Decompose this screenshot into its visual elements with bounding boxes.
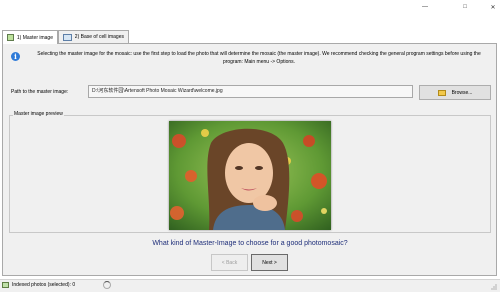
status-text: Indexed photos (selected): 0 bbox=[12, 282, 76, 288]
maximize-icon: □ bbox=[463, 4, 467, 10]
next-button[interactable]: Next > bbox=[251, 254, 288, 271]
tab-cell-images[interactable]: 2) Base of cell images bbox=[58, 30, 129, 43]
master-image-preview bbox=[169, 121, 331, 230]
minimize-icon: — bbox=[422, 4, 428, 10]
image-icon bbox=[7, 34, 14, 41]
close-icon: ✕ bbox=[490, 4, 496, 11]
preview-group-title: Master image preview bbox=[13, 111, 64, 117]
master-image-path-field[interactable]: D:\河东软件园\Artensoft Photo Mosaic Wizard\w… bbox=[88, 85, 413, 98]
maximize-button[interactable]: □ bbox=[450, 0, 480, 14]
path-label: Path to the master image: bbox=[11, 89, 69, 95]
resize-grip-icon[interactable] bbox=[490, 283, 497, 290]
info-text: Selecting the master image for the mosai… bbox=[37, 51, 481, 65]
guidance-link[interactable]: What kind of Master-Image to choose for … bbox=[0, 240, 500, 247]
browse-label: Browse... bbox=[451, 89, 473, 96]
loading-spinner-icon bbox=[103, 281, 111, 289]
browse-button[interactable]: Browse... bbox=[419, 85, 491, 100]
close-button[interactable]: ✕ bbox=[478, 0, 500, 14]
photos-icon bbox=[2, 282, 9, 288]
tab-label: 1) Master image bbox=[16, 34, 53, 41]
info-icon: i bbox=[11, 52, 20, 61]
tab-master-image[interactable]: 1) Master image bbox=[2, 30, 58, 44]
folder-icon bbox=[437, 89, 446, 96]
minimize-button[interactable]: — bbox=[410, 0, 440, 14]
images-icon bbox=[63, 33, 72, 41]
tab-label: 2) Base of cell images bbox=[74, 34, 124, 40]
back-button[interactable]: < Back bbox=[211, 254, 248, 271]
tab-strip: 1) Master image 2) Base of cell images bbox=[0, 30, 500, 44]
